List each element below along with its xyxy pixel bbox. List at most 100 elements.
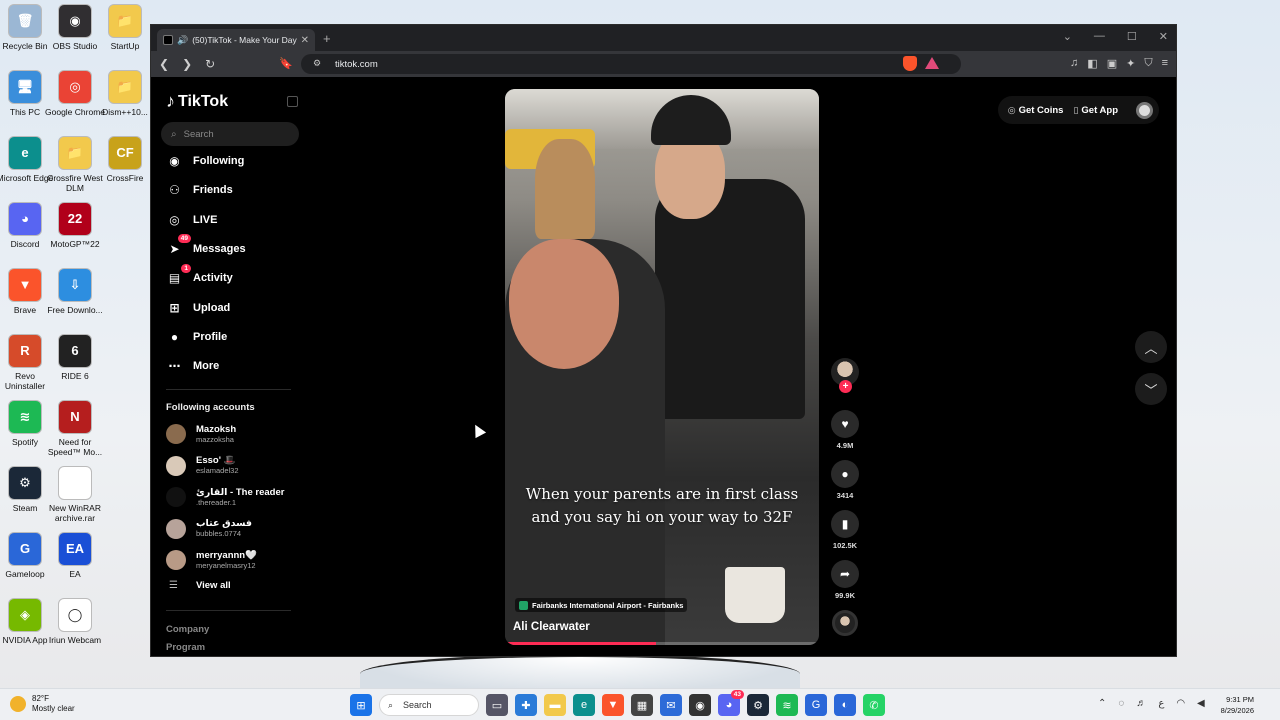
tray-overflow-icon[interactable]: ⌃: [1098, 698, 1106, 709]
menu-icon[interactable]: ≡: [1162, 57, 1168, 70]
video-author[interactable]: Ali Clearwater: [513, 621, 590, 633]
previous-video-button[interactable]: ︿: [1135, 331, 1167, 363]
steam-icon[interactable]: ⚙: [747, 694, 769, 716]
reload-icon[interactable]: ↻: [205, 57, 215, 71]
following-icon: ◉: [169, 154, 180, 168]
new-tab-button[interactable]: +: [323, 31, 331, 46]
save-button[interactable]: ▮: [831, 510, 859, 538]
view-all-button[interactable]: ☰ View all: [169, 580, 231, 591]
language-icon[interactable]: ع: [1158, 698, 1164, 709]
network-icon[interactable]: ◌: [1118, 698, 1124, 709]
following-account[interactable]: Esso' 🎩 eslamadel32: [166, 455, 239, 476]
close-window-button[interactable]: ✕: [1159, 30, 1168, 43]
forward-icon[interactable]: ❯: [182, 57, 192, 71]
spotify-icon[interactable]: ≋: [776, 694, 798, 716]
live-icon: ◎: [169, 212, 180, 227]
follow-plus-icon[interactable]: +: [839, 380, 852, 393]
desktop-icon[interactable]: 22 MotoGP™22: [45, 202, 105, 249]
desktop-icon[interactable]: 📁 Dism++10...: [95, 70, 155, 117]
discord-icon[interactable]: ◕ 43: [718, 690, 744, 716]
sidebar-item-activity[interactable]: ▤ 1 Activity: [166, 263, 233, 289]
media-icon[interactable]: ♫: [1070, 57, 1078, 70]
url-field[interactable]: 🔖 ⚙ tiktok.com: [279, 54, 961, 74]
sidebar-item-friends[interactable]: ⚇ Friends: [166, 179, 233, 201]
following-account[interactable]: merryannn🤍 meryanelmasry12: [166, 550, 257, 570]
following-account[interactable]: Mazoksh mazzoksha: [166, 424, 236, 444]
sidebar-item-profile[interactable]: ● Profile: [166, 326, 227, 348]
close-tab-icon[interactable]: ✕: [301, 35, 309, 46]
sidebar-item-label: Upload: [193, 301, 231, 314]
volume-icon[interactable]: ◀: [1197, 698, 1205, 709]
desktop-app-icon: N: [58, 400, 92, 434]
video-player[interactable]: When your parents are in first class and…: [505, 89, 819, 645]
desktop-icon[interactable]: ⇩ Free Downlo...: [45, 268, 105, 315]
vpn-icon[interactable]: ⛉: [1144, 57, 1152, 70]
account-handle: eslamadel32: [196, 466, 239, 475]
desktop-icon[interactable]: New WinRAR archive.rar: [45, 466, 105, 523]
outlook-icon[interactable]: ✉: [660, 694, 682, 716]
wallet-icon[interactable]: ▣: [1107, 57, 1117, 70]
desktop-icon-label: Need for Speed™ Mo...: [47, 437, 103, 457]
start-button[interactable]: ⊞: [350, 694, 372, 716]
edge-icon[interactable]: e: [573, 694, 595, 716]
like-button[interactable]: ♥: [831, 410, 859, 438]
sidebar-item-more[interactable]: ⋯ More: [166, 355, 220, 377]
collapse-sidebar-icon[interactable]: [287, 96, 298, 107]
weather-widget[interactable]: 82°F Mostly clear: [10, 694, 75, 714]
clock[interactable]: 9:31 PM 8/29/2026: [1221, 694, 1254, 716]
following-account[interactable]: فسدق عتاب bubbles.0774: [166, 518, 252, 539]
desktop-icon[interactable]: N Need for Speed™ Mo...: [45, 400, 105, 457]
heart-icon: ♥: [841, 417, 849, 431]
header-actions: ◎ Get Coins ▯ Get App: [997, 96, 1159, 124]
taskbar-search[interactable]: ⌕ Search: [379, 694, 479, 716]
sidebar-icon[interactable]: ◧: [1087, 57, 1097, 70]
desktop-icon[interactable]: ◯ Iriun Webcam: [45, 598, 105, 645]
sidebar-item-messages[interactable]: ➤ 49 Messages: [166, 234, 246, 260]
sidebar-item-upload[interactable]: ⊞ Upload: [166, 297, 230, 319]
sidebar-item-following[interactable]: ◉ Following: [166, 150, 244, 172]
footer-link-program[interactable]: Program: [166, 642, 205, 653]
widgets-icon[interactable]: ✚: [515, 694, 537, 716]
search-input[interactable]: ⌕ Search: [161, 122, 299, 146]
share-button[interactable]: ➦: [831, 560, 859, 588]
tab-tiktok[interactable]: 🔊 (50)TikTok - Make Your Day ✕: [157, 29, 315, 51]
get-coins-button[interactable]: ◎ Get Coins: [1008, 105, 1064, 116]
video-progress-bar[interactable]: [505, 642, 819, 645]
desktop-icon[interactable]: 📁 StartUp: [95, 4, 155, 51]
wifi-icon[interactable]: ◠: [1176, 698, 1185, 709]
sidebar-item-live[interactable]: ◎ LIVE: [166, 209, 217, 231]
minimize-button[interactable]: —: [1094, 30, 1105, 43]
get-app-button[interactable]: ▯ Get App: [1073, 105, 1118, 116]
desktop-icon[interactable]: EA EA: [45, 532, 105, 579]
task-view-icon[interactable]: ▭: [486, 694, 508, 716]
user-avatar[interactable]: [1136, 101, 1153, 119]
speaker-icon[interactable]: 🔊: [177, 35, 188, 46]
desktop-icon[interactable]: CF CrossFire: [95, 136, 155, 183]
gameloop-icon[interactable]: G: [805, 694, 827, 716]
following-account[interactable]: القارئ - The reader .thereader.1: [166, 487, 284, 507]
tiktok-logo[interactable]: ♪ TikTok: [166, 91, 228, 112]
back-icon[interactable]: ❮: [159, 57, 169, 71]
brave-icon[interactable]: ▼: [602, 694, 624, 716]
comment-button[interactable]: ●: [831, 460, 859, 488]
tab-search-icon[interactable]: ⌄: [1063, 30, 1072, 43]
next-video-button[interactable]: ﹀: [1135, 373, 1167, 405]
site-info-icon[interactable]: ⚙: [313, 58, 321, 69]
footer-link-company[interactable]: Company: [166, 624, 209, 635]
maximize-button[interactable]: ☐: [1127, 30, 1137, 43]
brave-rewards-icon[interactable]: [925, 57, 939, 69]
file-explorer-icon[interactable]: ▬: [544, 694, 566, 716]
whatsapp-icon[interactable]: ✆: [863, 694, 885, 716]
app-icon[interactable]: ◐: [834, 694, 856, 716]
obs-icon[interactable]: ◉: [689, 694, 711, 716]
account-name: فسدق عتاب: [196, 518, 252, 529]
location-tag[interactable]: Fairbanks International Airport - Fairba…: [515, 598, 688, 612]
bookmark-icon[interactable]: 🔖: [279, 57, 293, 70]
store-icon[interactable]: ▦: [631, 694, 653, 716]
desktop-icon[interactable]: 6 RIDE 6: [45, 334, 105, 381]
microphone-icon[interactable]: ♬: [1136, 698, 1146, 709]
brave-shields-icon[interactable]: [903, 56, 917, 71]
music-disc-icon[interactable]: [832, 610, 858, 636]
creator-avatar[interactable]: +: [831, 358, 859, 393]
leo-icon[interactable]: ✦: [1126, 57, 1135, 70]
